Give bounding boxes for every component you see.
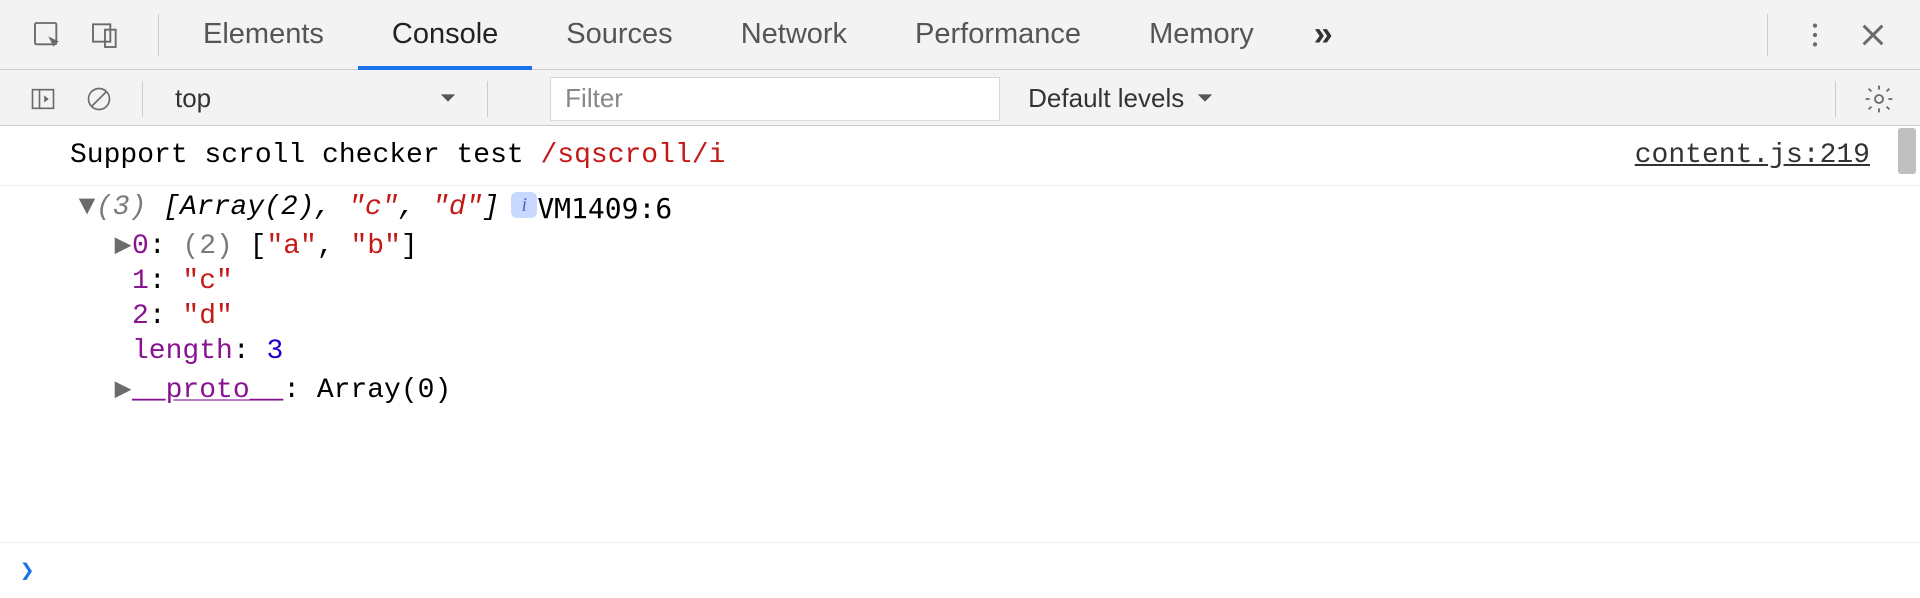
context-selector[interactable]: top: [153, 77, 477, 121]
bracket-close: ]: [483, 192, 500, 223]
devtools-tab-bar: Elements Console Sources Network Perform…: [0, 0, 1920, 70]
tab-memory[interactable]: Memory: [1115, 0, 1288, 69]
tab-label: Performance: [915, 18, 1081, 51]
bracket-open: [: [233, 231, 267, 262]
toggle-console-sidebar-icon[interactable]: [24, 80, 62, 118]
entry-key: 0: [132, 231, 149, 262]
log-levels-selector[interactable]: Default levels: [1000, 83, 1242, 114]
console-message: Support scroll checker test /sqscroll/i …: [0, 126, 1920, 186]
clear-console-icon[interactable]: [80, 80, 118, 118]
tab-label: Sources: [566, 18, 672, 51]
object-tree: ▶0: (2) ["a", "b"] 1: "c" 2: "d" length:…: [78, 225, 1870, 408]
object-summary[interactable]: (3) [Array(2), "c", "d"]: [96, 192, 499, 223]
sep: ,: [317, 231, 351, 262]
object-entry[interactable]: 1: "c": [114, 264, 1870, 299]
disclosure-triangle-icon[interactable]: ▶: [114, 227, 132, 262]
entry-value: "d": [182, 301, 232, 332]
message-prefix: Support scroll checker test: [70, 140, 540, 171]
tab-sources[interactable]: Sources: [532, 0, 706, 69]
console-prompt[interactable]: ❯: [0, 542, 1920, 598]
object-entry[interactable]: ▶0: (2) ["a", "b"]: [114, 225, 1870, 264]
sep: ,: [314, 192, 348, 223]
tab-list: Elements Console Sources Network Perform…: [169, 0, 1359, 69]
info-badge-icon[interactable]: i: [511, 192, 537, 218]
tab-label: Memory: [1149, 18, 1254, 51]
bracket-close: ]: [401, 231, 418, 262]
object-proto[interactable]: ▶__proto__: Array(0): [114, 369, 1870, 408]
menu-icon[interactable]: [1796, 16, 1834, 54]
close-icon[interactable]: [1854, 16, 1892, 54]
tab-elements[interactable]: Elements: [169, 0, 358, 69]
scrollbar[interactable]: [1898, 128, 1916, 174]
object-header: ▼ (3) [Array(2), "c", "d"] i VM1409:6: [78, 192, 1870, 225]
entry-str-a: "a": [266, 231, 316, 262]
proto-label: __proto__: [132, 375, 283, 406]
array-length: (3): [96, 192, 146, 223]
divider: [487, 81, 488, 117]
divider: [1835, 81, 1836, 117]
tab-console[interactable]: Console: [358, 0, 532, 69]
message-content: Support scroll checker test /sqscroll/i: [70, 136, 725, 175]
summary-str-d: "d": [432, 192, 482, 223]
entry-value: 3: [266, 336, 283, 367]
summary-str-c: "c": [348, 192, 398, 223]
message-source-link[interactable]: VM1409:6: [537, 192, 672, 225]
chevron-down-icon: [1196, 83, 1214, 114]
entry-key: 2: [132, 301, 149, 332]
entry-key: 1: [132, 266, 149, 297]
disclosure-triangle-icon[interactable]: ▶: [114, 371, 132, 406]
divider: [142, 81, 143, 117]
tabbar-left-icons: [0, 16, 148, 54]
divider: [1767, 14, 1768, 56]
divider: [158, 14, 159, 56]
filter-input[interactable]: [550, 77, 1000, 121]
bracket-open: [: [146, 192, 180, 223]
entry-value: "c": [182, 266, 232, 297]
array-length: (2): [182, 231, 232, 262]
log-levels-label: Default levels: [1028, 83, 1184, 114]
message-regex: /sqscroll/i: [540, 140, 725, 171]
chevron-down-icon: [439, 83, 457, 114]
console-output: Support scroll checker test /sqscroll/i …: [0, 126, 1920, 598]
console-toolbar: top Default levels: [0, 70, 1920, 126]
tab-label: Network: [741, 18, 847, 51]
live-expression-icon[interactable]: [498, 80, 550, 118]
gear-icon[interactable]: [1860, 80, 1898, 118]
more-tabs-button[interactable]: »: [1288, 0, 1359, 69]
sep: ,: [398, 192, 432, 223]
tabbar-right-icons: [1778, 16, 1920, 54]
toolbar-right-icons: [1846, 80, 1920, 118]
console-object: ▼ (3) [Array(2), "c", "d"] i VM1409:6 ▶0…: [0, 186, 1920, 418]
context-selector-label: top: [175, 83, 211, 114]
message-source-link[interactable]: content.js:219: [1605, 136, 1870, 175]
proto-value: Array(0): [317, 375, 451, 406]
entry-key: length: [132, 336, 233, 367]
toolbar-left-icons: [0, 80, 132, 118]
tab-label: Elements: [203, 18, 324, 51]
inspect-icon[interactable]: [28, 16, 66, 54]
object-entry[interactable]: length: 3: [114, 334, 1870, 369]
entry-str-b: "b": [350, 231, 400, 262]
disclosure-triangle-icon[interactable]: ▼: [78, 192, 96, 223]
prompt-chevron-icon: ❯: [20, 556, 34, 586]
tab-performance[interactable]: Performance: [881, 0, 1115, 69]
tab-network[interactable]: Network: [707, 0, 881, 69]
device-toggle-icon[interactable]: [86, 16, 124, 54]
tab-label: Console: [392, 18, 498, 51]
chevron-double-right-icon: »: [1314, 15, 1333, 54]
summary-array: Array(2): [180, 192, 314, 223]
object-entry[interactable]: 2: "d": [114, 299, 1870, 334]
